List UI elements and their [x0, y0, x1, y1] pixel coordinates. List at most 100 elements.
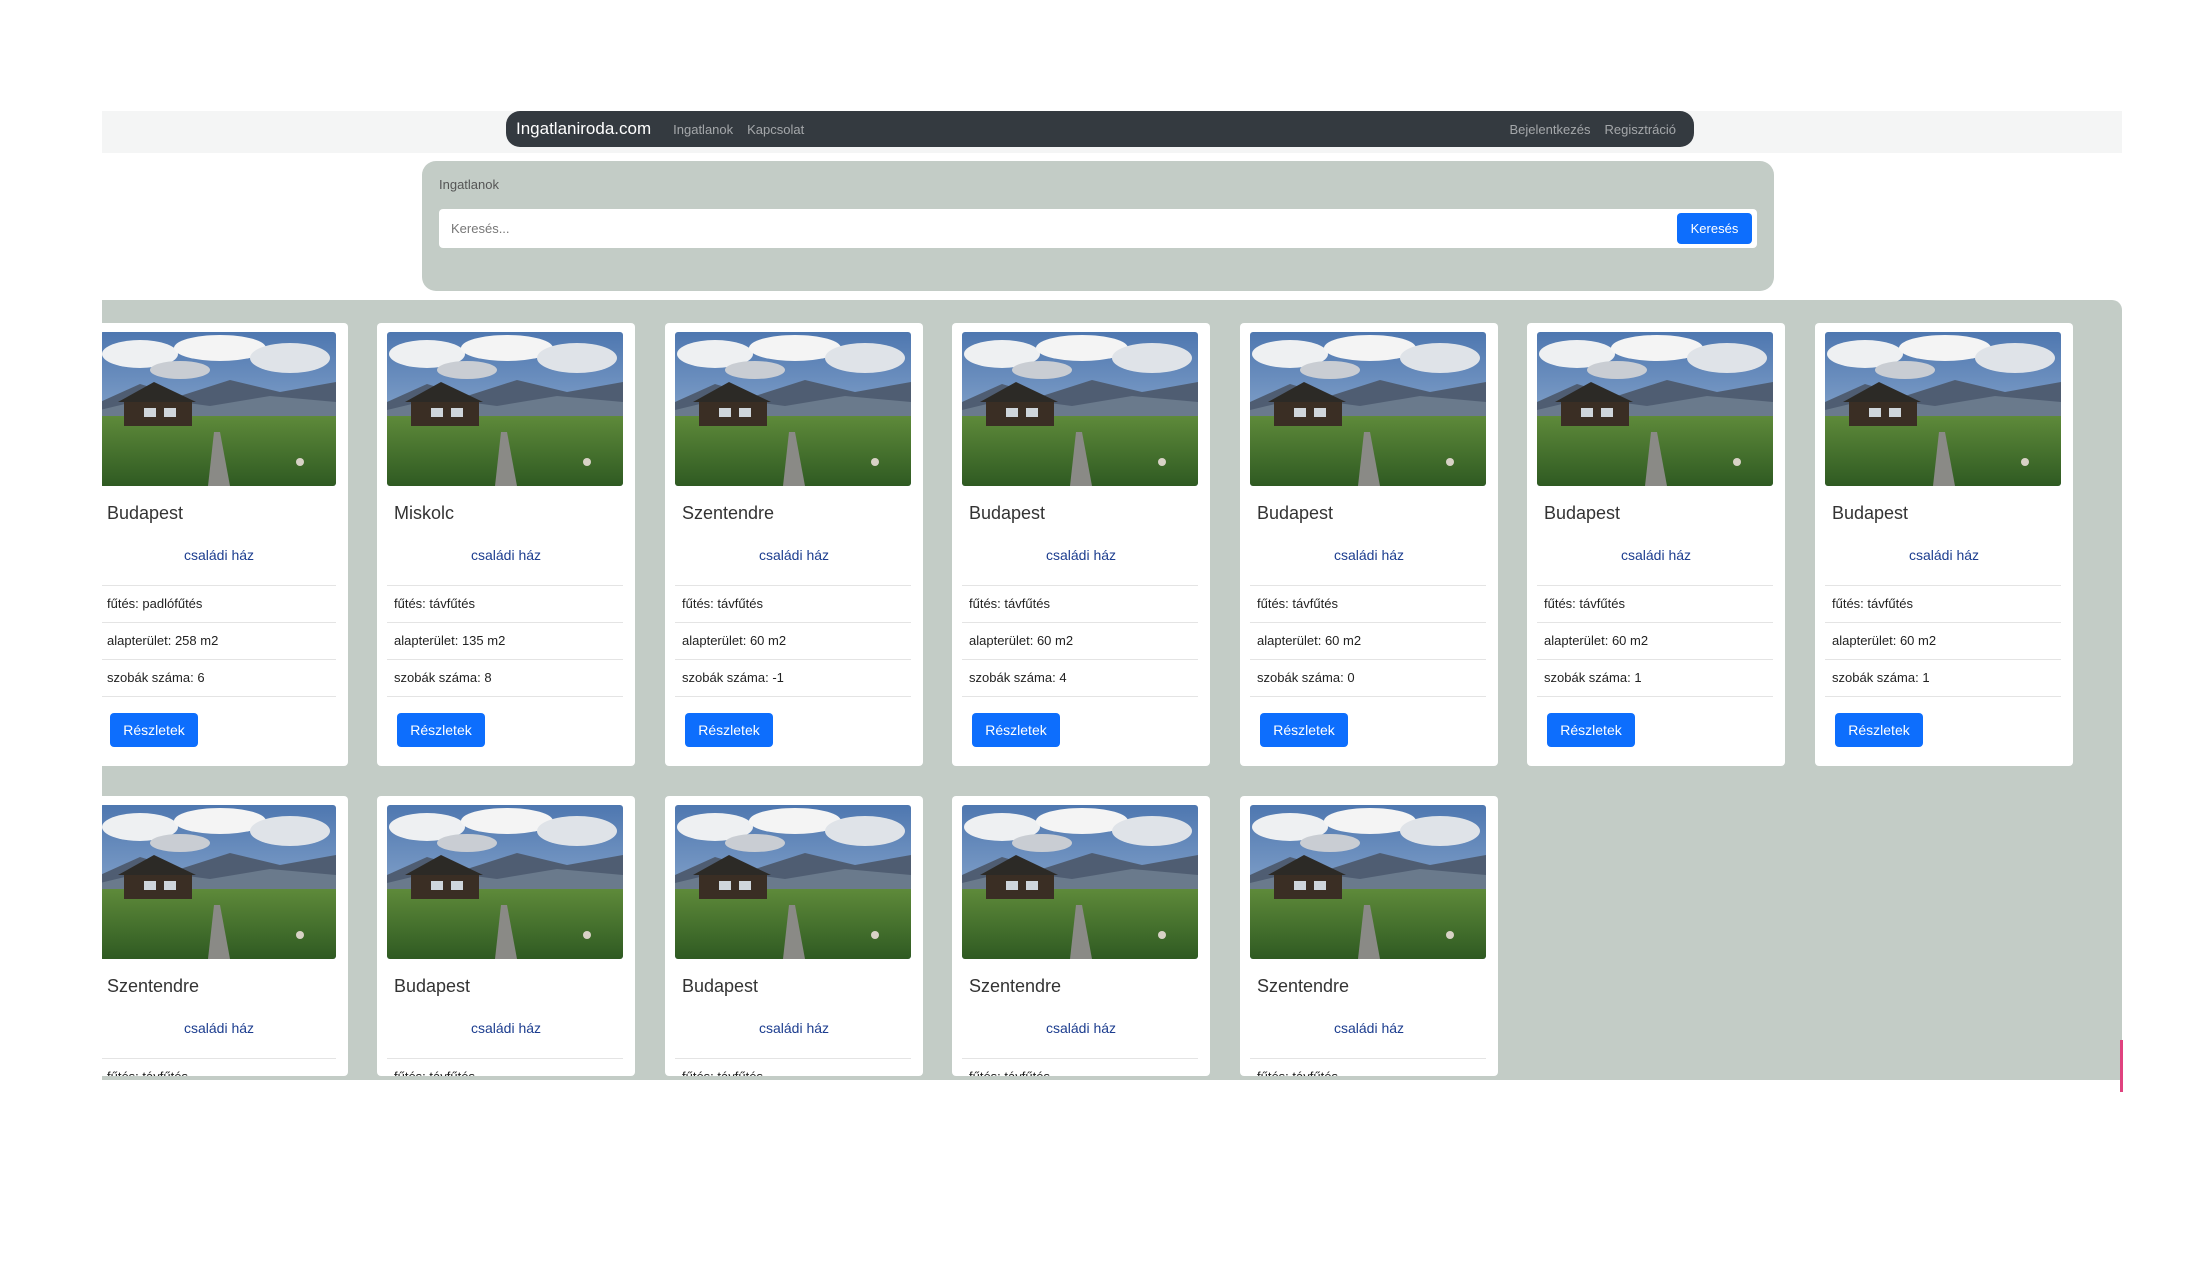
navbar: Ingatlaniroda.com Ingatlanok Kapcsolat B…: [506, 111, 1694, 147]
brand-logo[interactable]: Ingatlaniroda.com: [516, 119, 651, 139]
house-photo-graphic: [962, 332, 1198, 486]
house-photo-graphic: [387, 332, 623, 486]
listing-card: Budapest családi ház fűtés: távfűtés ala…: [1815, 323, 2073, 766]
house-photo-graphic: [1250, 332, 1486, 486]
listing-city: Szentendre: [107, 976, 200, 996]
listing-city: Budapest: [969, 503, 1046, 523]
house-photo-graphic: [387, 805, 623, 959]
listing-area: alapterület: 60 m2: [675, 623, 911, 660]
listing-heating: fűtés: távfűtés: [1250, 1059, 1486, 1076]
details-button[interactable]: Részletek: [397, 713, 485, 747]
listing-type: családi ház: [470, 547, 542, 563]
listing-type: családi ház: [1620, 547, 1692, 563]
listing-city: Szentendre: [1257, 976, 1350, 996]
listing-photo: [1825, 332, 2061, 486]
listing-card: Szentendre családi ház fűtés: távfűtés: [952, 796, 1210, 1076]
listing-card: Szentendre családi ház fűtés: távfűtés: [1240, 796, 1498, 1076]
listing-area: alapterület: 60 m2: [1250, 623, 1486, 660]
details-button[interactable]: Részletek: [1260, 713, 1348, 747]
listing-card: Szentendre családi ház fűtés: távfűtés a…: [665, 323, 923, 766]
listing-attributes: fűtés: távfűtés: [387, 1058, 623, 1076]
listing-type: családi ház: [1908, 547, 1980, 563]
search-panel: Ingatlanok Keresés: [422, 161, 1774, 291]
listing-attributes: fűtés: távfűtés: [962, 1058, 1198, 1076]
house-photo-graphic: [1537, 332, 1773, 486]
listing-photo: [1537, 332, 1773, 486]
listing-photo: [675, 805, 911, 959]
listing-photo: [102, 332, 336, 486]
listing-heating: fűtés: távfűtés: [1537, 586, 1773, 623]
listing-rooms: szobák száma: 1: [1825, 660, 2061, 697]
listing-rooms: szobák száma: 4: [962, 660, 1198, 697]
listing-attributes: fűtés: távfűtés: [102, 1058, 336, 1076]
details-button[interactable]: Részletek: [685, 713, 773, 747]
details-button[interactable]: Részletek: [972, 713, 1060, 747]
listing-type: családi ház: [1045, 547, 1117, 563]
listing-city: Budapest: [1544, 503, 1621, 523]
listing-area: alapterület: 258 m2: [102, 623, 336, 660]
listing-photo: [102, 805, 336, 959]
listing-rooms: szobák száma: 6: [102, 660, 336, 697]
listing-city: Budapest: [394, 976, 471, 996]
listing-area: alapterület: 60 m2: [1825, 623, 2061, 660]
listing-attributes: fűtés: távfűtés alapterület: 60 m2 szobá…: [962, 585, 1198, 697]
listing-heating: fűtés: távfűtés: [962, 586, 1198, 623]
listing-card: Miskolc családi ház fűtés: távfűtés alap…: [377, 323, 635, 766]
nav-link-kapcsolat[interactable]: Kapcsolat: [747, 122, 804, 137]
listing-type: családi ház: [183, 1020, 255, 1036]
listing-photo: [962, 805, 1198, 959]
listing-heating: fűtés: távfűtés: [387, 586, 623, 623]
listing-type: családi ház: [758, 1020, 830, 1036]
details-button[interactable]: Részletek: [110, 713, 198, 747]
listing-attributes: fűtés: távfűtés: [675, 1058, 911, 1076]
house-photo-graphic: [675, 332, 911, 486]
listing-area: alapterület: 60 m2: [1537, 623, 1773, 660]
listing-attributes: fűtés: távfűtés alapterület: 135 m2 szob…: [387, 585, 623, 697]
listing-attributes: fűtés: távfűtés alapterület: 60 m2 szobá…: [1825, 585, 2061, 697]
listing-card: Budapest családi ház fűtés: távfűtés: [377, 796, 635, 1076]
house-photo-graphic: [102, 332, 336, 486]
listing-type: családi ház: [183, 547, 255, 563]
browser-viewport: Ingatlaniroda.com Ingatlanok Kapcsolat B…: [102, 111, 2122, 1081]
listing-rooms: szobák száma: 1: [1537, 660, 1773, 697]
listing-card: Budapest családi ház fűtés: távfűtés: [665, 796, 923, 1076]
listing-attributes: fűtés: padlófűtés alapterület: 258 m2 sz…: [102, 585, 336, 697]
listing-card: Budapest családi ház fűtés: távfűtés ala…: [1527, 323, 1785, 766]
listing-heating: fűtés: távfűtés: [1825, 586, 2061, 623]
listing-attributes: fűtés: távfűtés alapterület: 60 m2 szobá…: [1250, 585, 1486, 697]
search-button[interactable]: Keresés: [1677, 213, 1752, 244]
listing-heating: fűtés: távfűtés: [675, 1059, 911, 1076]
listing-city: Budapest: [1832, 503, 1909, 523]
house-photo-graphic: [1250, 805, 1486, 959]
listing-city: Budapest: [1257, 503, 1334, 523]
listing-type: családi ház: [1333, 547, 1405, 563]
listing-attributes: fűtés: távfűtés: [1250, 1058, 1486, 1076]
listing-city: Miskolc: [394, 503, 455, 523]
panel-title: Ingatlanok: [439, 177, 499, 192]
listing-type: családi ház: [1045, 1020, 1117, 1036]
house-photo-graphic: [962, 805, 1198, 959]
listing-heating: fűtés: távfűtés: [675, 586, 911, 623]
listing-photo: [387, 332, 623, 486]
listing-city: Szentendre: [969, 976, 1062, 996]
nav-link-ingatlanok[interactable]: Ingatlanok: [673, 122, 733, 137]
search-input[interactable]: [439, 209, 1657, 248]
listing-card: Szentendre családi ház fűtés: távfűtés: [102, 796, 348, 1076]
house-photo-graphic: [675, 805, 911, 959]
house-photo-graphic: [102, 805, 336, 959]
listing-attributes: fűtés: távfűtés alapterület: 60 m2 szobá…: [675, 585, 911, 697]
listing-type: családi ház: [1333, 1020, 1405, 1036]
scroll-marker: [2120, 1040, 2123, 1092]
details-button[interactable]: Részletek: [1835, 713, 1923, 747]
listing-city: Budapest: [107, 503, 184, 523]
details-button[interactable]: Részletek: [1547, 713, 1635, 747]
listing-area: alapterület: 135 m2: [387, 623, 623, 660]
nav-link-login[interactable]: Bejelentkezés: [1510, 122, 1591, 137]
listing-area: alapterület: 60 m2: [962, 623, 1198, 660]
listing-heating: fűtés: távfűtés: [1250, 586, 1486, 623]
listing-photo: [962, 332, 1198, 486]
listing-heating: fűtés: távfűtés: [102, 1059, 336, 1076]
listing-city: Budapest: [682, 976, 759, 996]
listing-rooms: szobák száma: 0: [1250, 660, 1486, 697]
nav-link-register[interactable]: Regisztráció: [1604, 122, 1676, 137]
